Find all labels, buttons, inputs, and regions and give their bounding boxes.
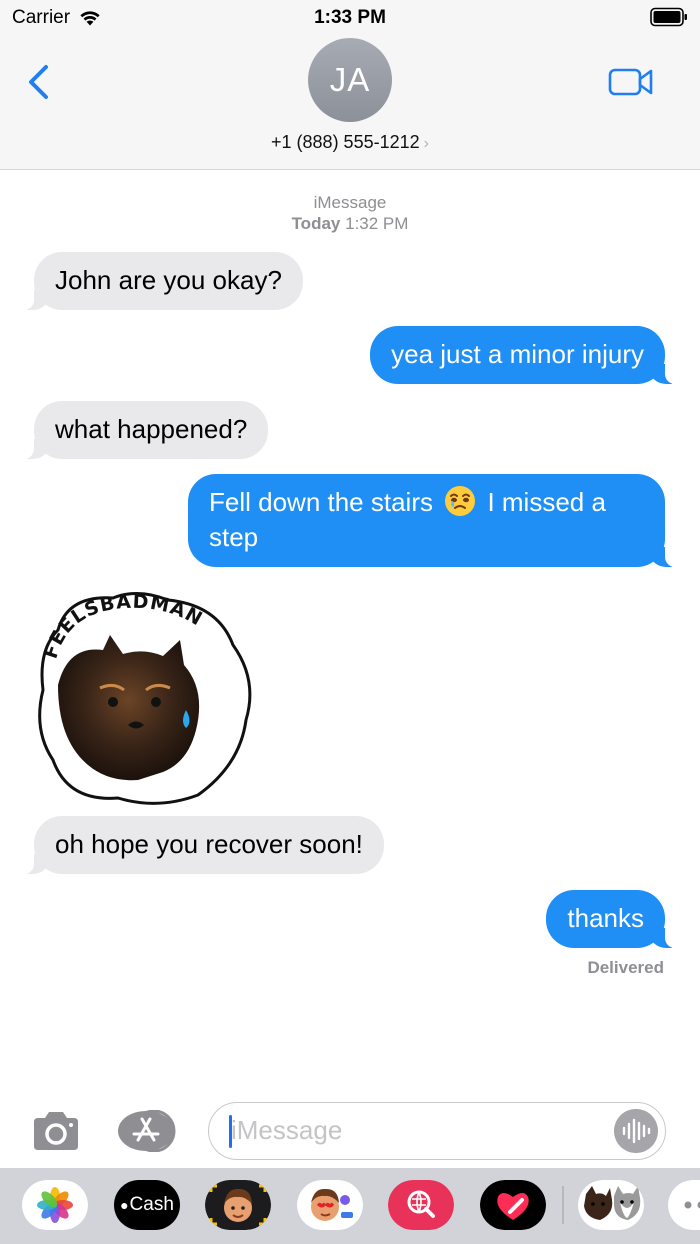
timestamp-day: Today <box>291 214 341 233</box>
conversation-header: Carrier 1:33 PM JA +1 (888) 555-1212 › <box>0 0 700 170</box>
message-text: oh hope you recover soon! <box>55 829 363 859</box>
message-input[interactable] <box>231 1115 591 1146</box>
delivery-status: Delivered <box>587 958 664 977</box>
back-chevron-icon[interactable] <box>24 62 54 102</box>
audio-message-icon[interactable] <box>614 1109 658 1153</box>
face-holding-back-tears-emoji <box>445 486 476 516</box>
status-clock: 1:33 PM <box>314 7 386 28</box>
sad-dog-sticker[interactable]: FEELSBADMAN <box>28 590 258 805</box>
battery-icon <box>650 7 687 27</box>
message-bubble-received[interactable]: what happened? <box>13 401 269 459</box>
images-search-app-icon[interactable] <box>388 1180 454 1230</box>
app-store-icon[interactable] <box>116 1110 180 1152</box>
message-bubble-received[interactable]: John are you okay? <box>14 252 303 310</box>
camera-icon[interactable] <box>30 1110 82 1152</box>
message-input-container[interactable] <box>208 1102 666 1160</box>
memoji-stickers-app-icon[interactable] <box>297 1180 363 1230</box>
conversation-timestamp: Today 1:32 PM <box>0 214 700 234</box>
apple-cash-app-icon[interactable]: ● Cash <box>114 1180 180 1230</box>
photos-app-icon[interactable] <box>22 1180 88 1230</box>
timestamp-time: 1:32 PM <box>345 214 409 233</box>
message-bubble-received[interactable]: oh hope you recover soon! <box>14 816 384 874</box>
message-text: yea just a minor injury <box>391 339 644 369</box>
message-bubble-sent[interactable]: Fell down the stairs I missed a step <box>188 474 685 567</box>
app-drawer-divider <box>562 1186 564 1224</box>
message-text: thanks <box>567 903 644 933</box>
message-bubble-sent[interactable]: yea just a minor injury <box>370 326 685 384</box>
app-drawer: ● Cash <box>0 1168 700 1244</box>
facetime-video-icon[interactable] <box>608 66 654 98</box>
apple-cash-label: Cash <box>129 1194 174 1215</box>
message-bubble-sent[interactable]: thanks <box>546 890 685 948</box>
avatar-initials: JA <box>329 61 371 98</box>
message-text: Fell down the stairs <box>209 487 433 517</box>
memoji-app-icon[interactable] <box>205 1180 271 1230</box>
digital-touch-app-icon[interactable] <box>480 1180 546 1230</box>
contact-avatar[interactable]: JA <box>308 38 392 122</box>
more-apps-icon[interactable] <box>668 1180 700 1230</box>
chevron-right-icon: › <box>423 135 429 152</box>
status-bar: Carrier 1:33 PM <box>0 0 700 36</box>
message-text: what happened? <box>55 414 248 444</box>
message-text: John are you okay? <box>55 265 282 295</box>
contact-name-button[interactable]: +1 (888) 555-1212 › <box>0 132 700 153</box>
dog-stickers-app-icon[interactable] <box>578 1180 644 1230</box>
service-label: iMessage <box>313 193 387 212</box>
apple-logo-icon: ● <box>120 1197 129 1213</box>
contact-phone: +1 (888) 555-1212 <box>271 132 420 152</box>
